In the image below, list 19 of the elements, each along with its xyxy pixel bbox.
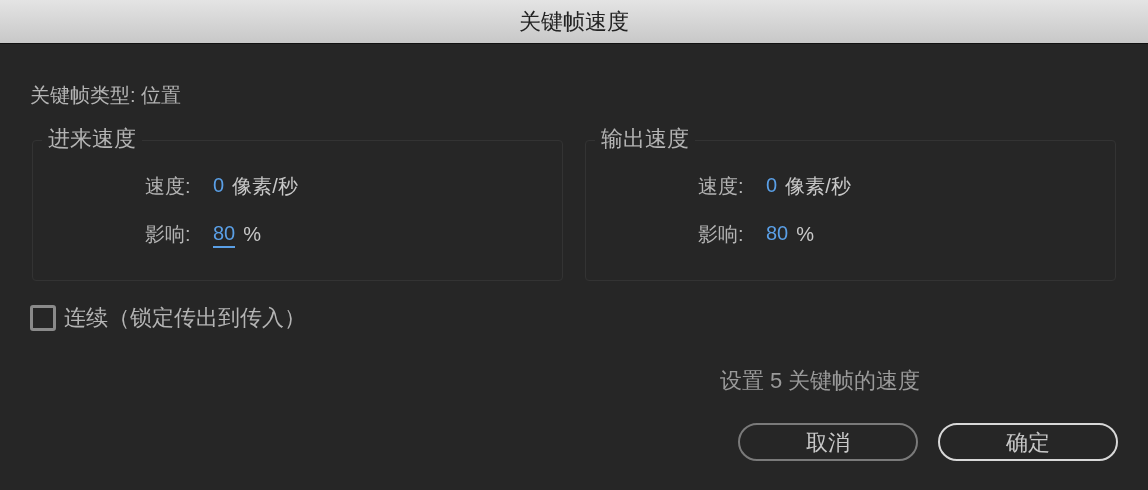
field-label: 影响: xyxy=(145,222,192,247)
value-field[interactable]: 0 xyxy=(213,172,225,200)
dialog-button[interactable]: 取消 xyxy=(738,423,918,461)
value-field[interactable]: 80 xyxy=(766,220,789,248)
unit-label: 像素/秒 xyxy=(232,174,298,199)
status-text: 设置 5 关键帧的速度 xyxy=(720,367,921,395)
value-field[interactable]: 80 xyxy=(213,220,236,248)
dialog-button[interactable]: 确定 xyxy=(938,423,1118,461)
field-label: 速度: xyxy=(698,174,745,199)
value-field[interactable]: 0 xyxy=(766,172,778,200)
checkbox-label[interactable]: 连续（锁定传出到传入） xyxy=(64,301,306,334)
unit-label: % xyxy=(243,222,262,247)
checkbox[interactable] xyxy=(30,304,56,331)
unit-label: 像素/秒 xyxy=(785,174,851,199)
window-title: 关键帧速度 xyxy=(519,8,629,36)
unit-label: % xyxy=(796,222,815,247)
field-label: 速度: xyxy=(145,174,192,199)
keyframe-type-label: 关键帧类型: 位置 xyxy=(30,83,183,108)
field-label: 影响: xyxy=(698,222,745,247)
